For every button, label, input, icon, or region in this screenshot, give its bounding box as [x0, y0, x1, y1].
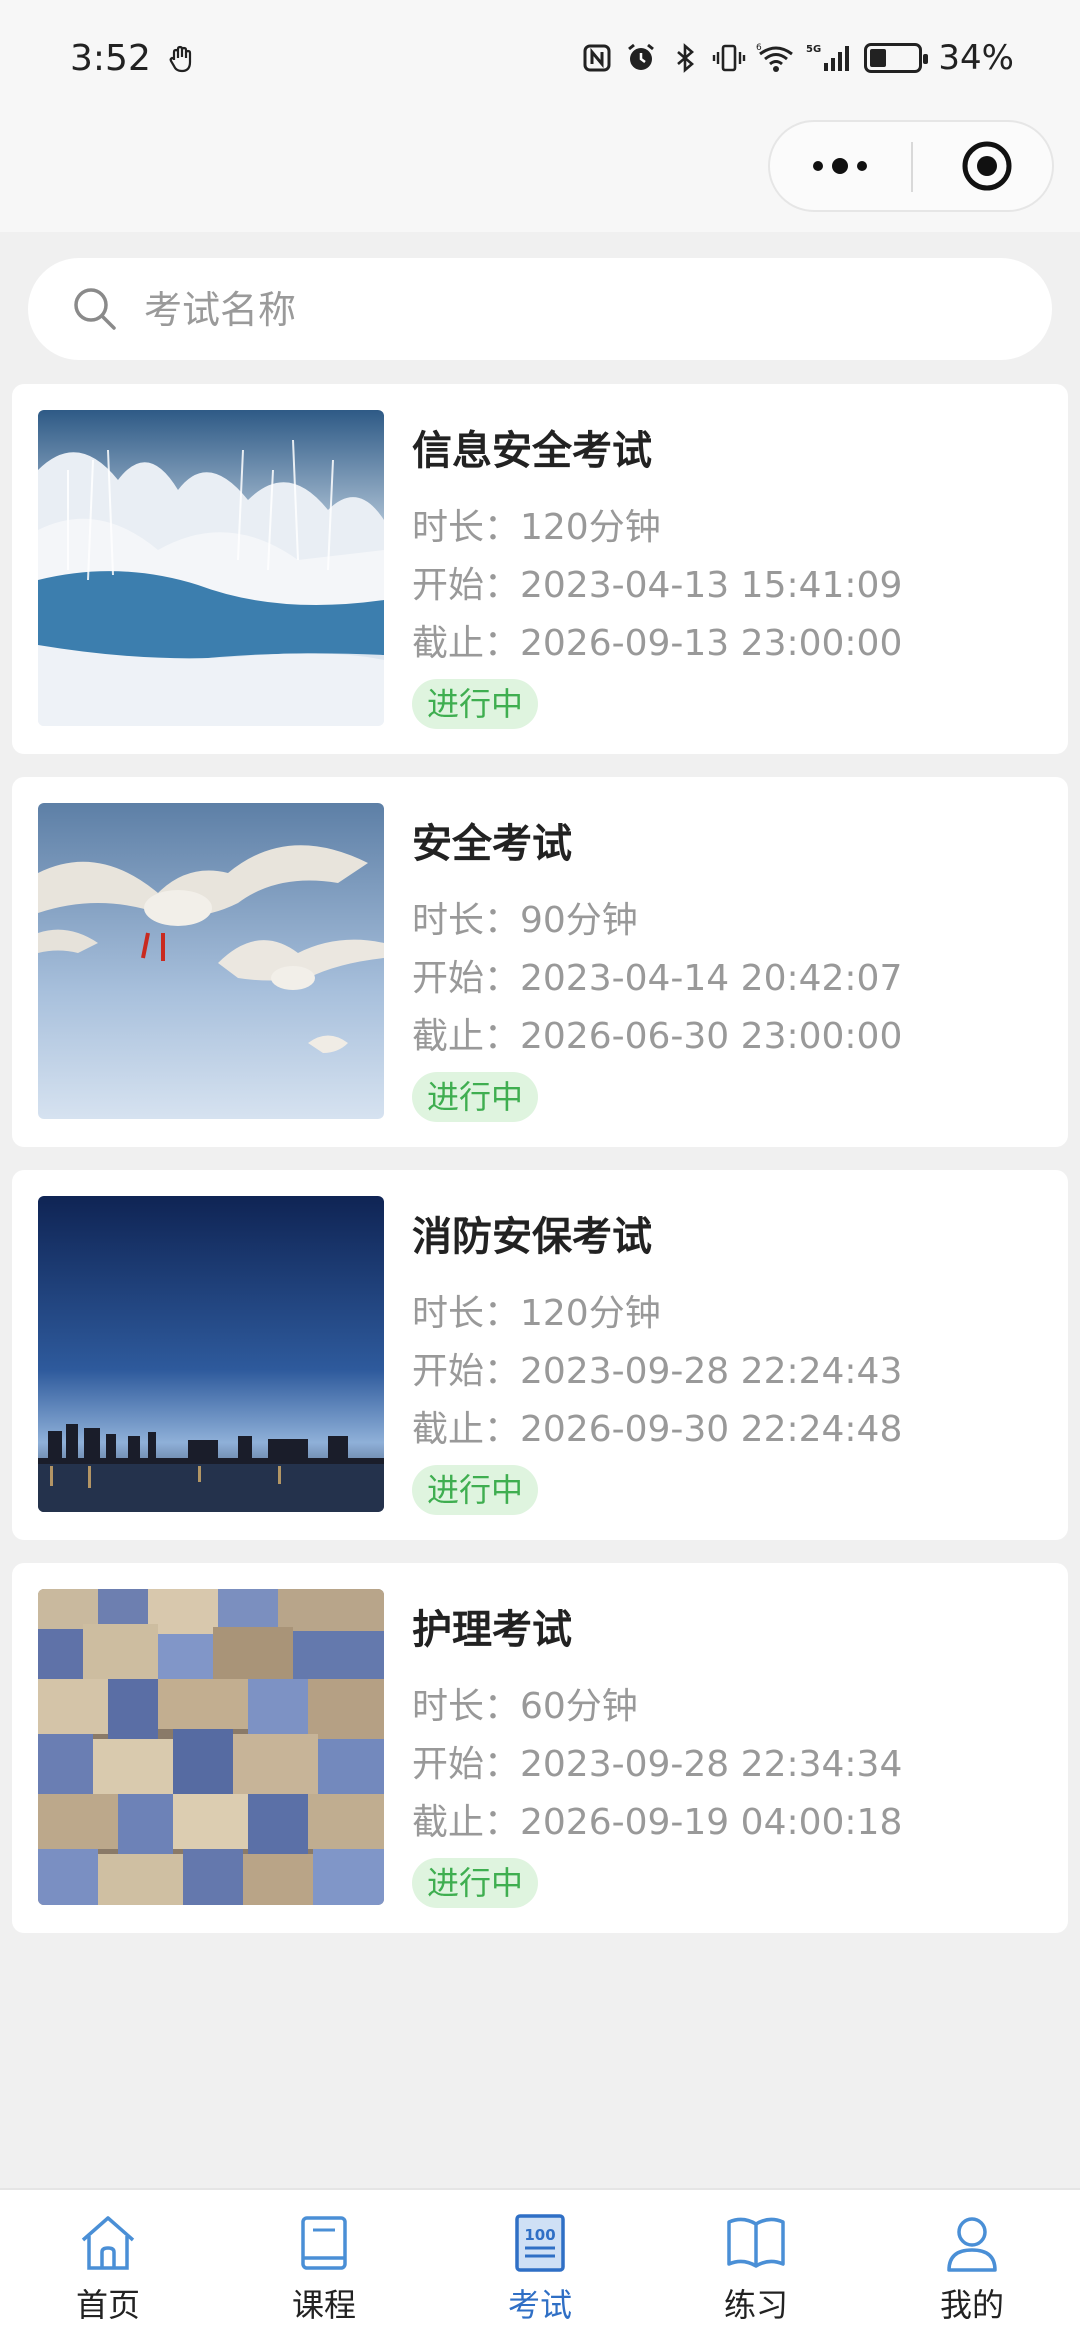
- exam-duration: 时长：60分钟: [412, 1686, 638, 1727]
- exam-start-time: 开始：2023-04-14 20:42:07: [412, 958, 903, 999]
- tab-label-practice: 练习: [723, 2286, 788, 2324]
- svg-text:100: 100: [524, 2226, 555, 2244]
- exam-start-time: 开始：2023-09-28 22:34:34: [412, 1744, 903, 1785]
- nfc-icon: [583, 44, 611, 72]
- tab-label-home: 首页: [75, 2286, 140, 2324]
- user-icon: [947, 2217, 997, 2272]
- exam-thumbnail: [38, 410, 384, 726]
- exam-title: 护理考试: [412, 1607, 572, 1653]
- svg-text:6: 6: [756, 43, 762, 53]
- bluetooth-icon: [677, 43, 695, 73]
- alarm-icon: [628, 43, 655, 70]
- exam-end-time: 截止：2026-09-13 23:00:00: [412, 623, 903, 664]
- exam-duration: 时长：120分钟: [412, 507, 661, 548]
- status-badge: 进行中: [412, 1858, 539, 1908]
- status-badge: 进行中: [412, 1072, 539, 1122]
- search-input[interactable]: [142, 258, 1026, 362]
- exam-card[interactable]: 安全考试 时长：90分钟 开始：2023-04-14 20:42:07 截止：2…: [12, 777, 1068, 1147]
- exam-title: 消防安保考试: [412, 1214, 652, 1260]
- vibrate-icon: [713, 44, 746, 72]
- svg-text:5G: 5G: [806, 44, 821, 55]
- hand-icon: [169, 45, 191, 72]
- exam-end-time: 截止：2026-09-30 22:24:48: [412, 1409, 903, 1450]
- exam-thumbnail: [38, 803, 384, 1119]
- exam-card[interactable]: 信息安全考试 时长：120分钟 开始：2023-04-13 15:41:09 截…: [12, 384, 1068, 754]
- more-button[interactable]: [770, 122, 910, 210]
- exam-card[interactable]: 护理考试 时长：60分钟 开始：2023-09-28 22:34:34 截止：2…: [12, 1563, 1068, 1933]
- home-icon: [81, 2216, 135, 2270]
- exam-title: 信息安全考试: [412, 428, 652, 474]
- exam-end-time: 截止：2026-06-30 23:00:00: [412, 1016, 903, 1057]
- tab-label-course: 课程: [291, 2286, 356, 2324]
- exam-thumbnail: [38, 1589, 384, 1905]
- exam-duration: 时长：120分钟: [412, 1293, 661, 1334]
- bottom-tab-bar: 首页 课程 100 考试 练习 我的: [0, 2188, 1080, 2340]
- signal-icon: 5G: [806, 44, 850, 71]
- tab-course[interactable]: 课程: [249, 2210, 399, 2330]
- exam-card[interactable]: 消防安保考试 时长：120分钟 开始：2023-09-28 22:24:43 截…: [12, 1170, 1068, 1540]
- close-miniprogram-icon[interactable]: [960, 139, 1014, 193]
- book-icon: [301, 2216, 347, 2270]
- tab-exam[interactable]: 100 考试: [465, 2210, 615, 2330]
- status-bar: 3:52 6 5G 34%: [0, 0, 1080, 120]
- exam-icon: 100: [515, 2214, 565, 2272]
- status-badge: 进行中: [412, 679, 539, 729]
- open-book-icon: [727, 2217, 785, 2268]
- tab-home[interactable]: 首页: [33, 2210, 183, 2330]
- status-badge: 进行中: [412, 1465, 539, 1515]
- exam-title: 安全考试: [412, 821, 572, 867]
- exam-end-time: 截止：2026-09-19 04:00:18: [412, 1802, 903, 1843]
- battery-percent: 34%: [938, 38, 1014, 78]
- exam-start-time: 开始：2023-04-13 15:41:09: [412, 565, 903, 606]
- wifi-icon: 6: [756, 43, 794, 72]
- search-bar[interactable]: [28, 258, 1052, 362]
- capsule-divider: [911, 142, 913, 192]
- status-time-group: 3:52: [70, 38, 199, 79]
- clock: 3:52: [70, 38, 151, 79]
- tab-mine[interactable]: 我的: [897, 2210, 1047, 2330]
- exam-start-time: 开始：2023-09-28 22:24:43: [412, 1351, 903, 1392]
- status-indicators: 6 5G 34%: [580, 38, 1014, 78]
- miniprogram-capsule: [768, 120, 1054, 212]
- header-bar: [0, 120, 1080, 232]
- tab-practice[interactable]: 练习: [681, 2210, 831, 2330]
- battery-icon: [864, 43, 929, 73]
- exam-duration: 时长：90分钟: [412, 900, 638, 941]
- tab-label-mine: 我的: [939, 2286, 1004, 2324]
- search-icon: [74, 288, 116, 330]
- exam-thumbnail: [38, 1196, 384, 1512]
- tab-label-exam: 考试: [507, 2286, 572, 2324]
